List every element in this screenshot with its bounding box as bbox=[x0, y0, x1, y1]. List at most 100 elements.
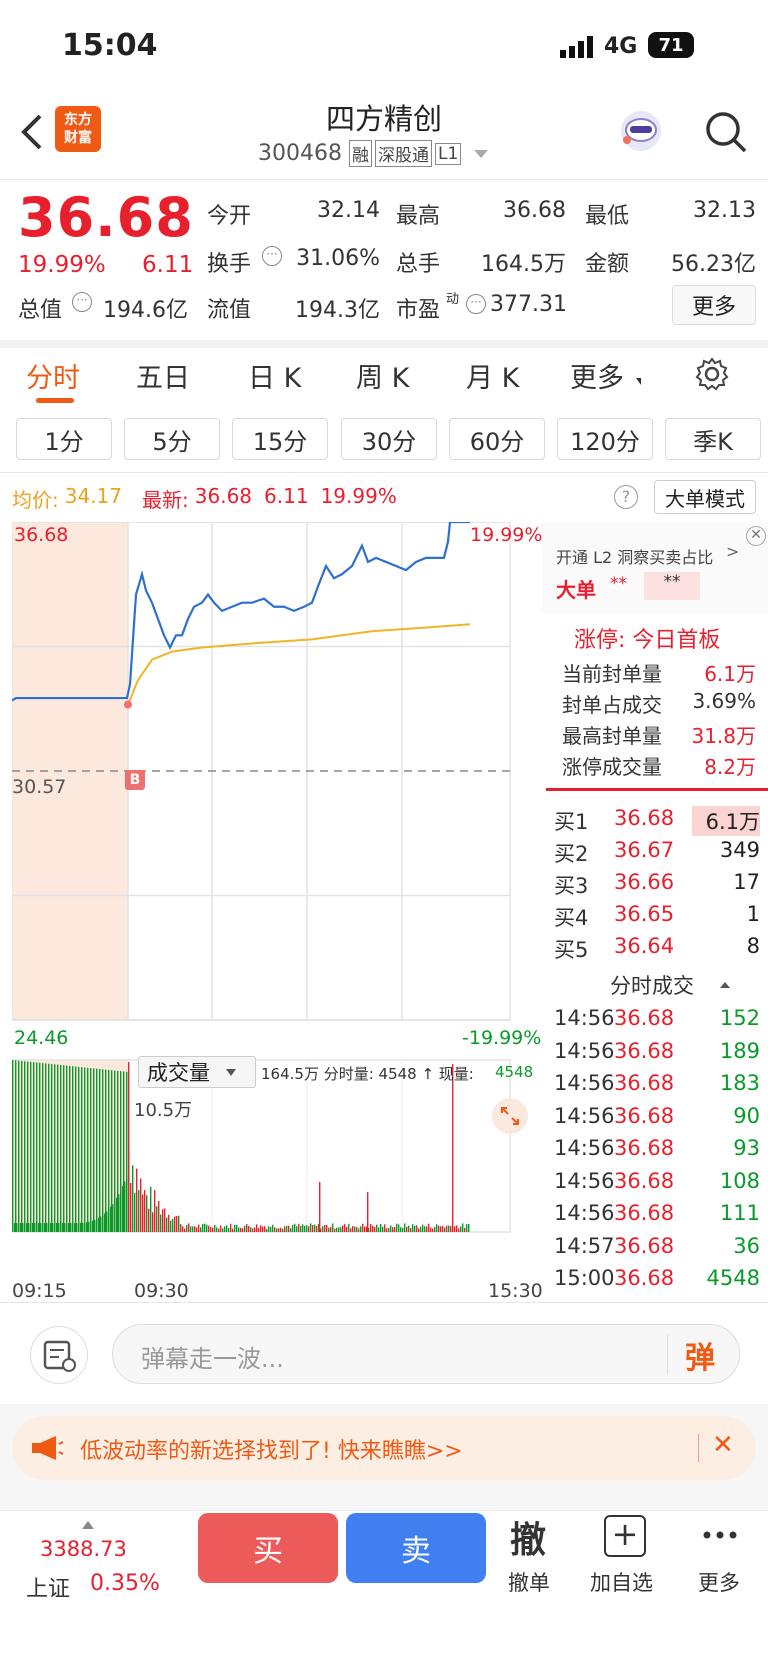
volume-bar bbox=[92, 1220, 94, 1232]
buy-marker[interactable]: B bbox=[125, 770, 145, 790]
volume-bar bbox=[21, 1060, 23, 1232]
volume-bar bbox=[12, 1060, 14, 1232]
gear-icon[interactable] bbox=[694, 356, 730, 392]
info-icon[interactable]: ··· bbox=[466, 294, 486, 314]
volume-bar bbox=[74, 1222, 76, 1232]
buy-button[interactable]: 买 bbox=[198, 1513, 338, 1583]
index-percent[interactable]: 0.35% bbox=[90, 1571, 160, 1596]
search-icon[interactable] bbox=[704, 110, 748, 154]
volume-bar bbox=[116, 1197, 118, 1232]
l2-promo-link[interactable]: 开通 L2 洞察买卖占比 bbox=[556, 544, 713, 568]
volume-bar bbox=[372, 1225, 374, 1232]
tab-week-k[interactable]: 周 K bbox=[356, 356, 409, 395]
danmu-input[interactable]: 弹幕走一波... 弹 bbox=[112, 1324, 740, 1384]
tab-day-k[interactable]: 日 K bbox=[248, 356, 301, 395]
volume-bar bbox=[232, 1228, 234, 1232]
volume-bar bbox=[126, 1176, 128, 1232]
book-label: 买2 bbox=[554, 842, 589, 866]
tab-five-day[interactable]: 五日 bbox=[136, 356, 190, 395]
promo-banner[interactable]: 低波动率的新选择找到了! 快来瞧瞧>> ✕ bbox=[12, 1416, 756, 1480]
period-15m[interactable]: 15分 bbox=[232, 418, 328, 460]
close-icon[interactable]: ✕ bbox=[746, 526, 766, 546]
high-label: 最高 bbox=[396, 204, 441, 229]
time-end-label: 15:30 bbox=[488, 1280, 543, 1302]
tag-l1: L1 bbox=[434, 142, 462, 165]
cancel-order-icon[interactable]: 撤 bbox=[510, 1511, 546, 1563]
volume-bar bbox=[76, 1222, 78, 1232]
period-5m[interactable]: 5分 bbox=[124, 418, 220, 460]
tab-timeshare[interactable]: 分时 bbox=[26, 356, 80, 395]
change-amount: 6.11 bbox=[142, 252, 194, 278]
volume-bar bbox=[108, 1069, 110, 1232]
volume-bar bbox=[352, 1226, 354, 1232]
volume-bar bbox=[50, 1223, 52, 1232]
open-label: 今开 bbox=[207, 204, 252, 229]
book-label: 买3 bbox=[554, 874, 589, 898]
y-min-label: 24.46 bbox=[14, 1027, 69, 1049]
volume-bar bbox=[200, 1227, 202, 1232]
volume-bar bbox=[234, 1224, 236, 1232]
volume-bar bbox=[54, 1223, 56, 1232]
close-icon[interactable]: ✕ bbox=[712, 1430, 734, 1460]
volume-bar bbox=[268, 1226, 270, 1232]
help-icon[interactable]: ? bbox=[614, 485, 638, 509]
tab-indicator bbox=[36, 398, 74, 403]
period-season-k[interactable]: 季K bbox=[665, 418, 761, 460]
volume-bar bbox=[306, 1225, 308, 1232]
volume-bar bbox=[63, 1065, 65, 1232]
sell-button[interactable]: 卖 bbox=[346, 1513, 486, 1583]
volume-bar bbox=[58, 1223, 60, 1232]
volume-bar bbox=[302, 1224, 304, 1232]
stock-code: 300468 bbox=[258, 141, 342, 166]
chevron-right-icon[interactable]: > bbox=[726, 542, 739, 561]
volume-now: 4548 bbox=[495, 1063, 534, 1081]
volume-bar bbox=[286, 1225, 288, 1232]
volume-bar bbox=[150, 1186, 152, 1232]
tab-more[interactable]: 更多 bbox=[570, 356, 624, 395]
volume-bar bbox=[146, 1195, 148, 1232]
volume-bar bbox=[120, 1190, 122, 1232]
index-value[interactable]: 3388.73 bbox=[40, 1537, 127, 1561]
volume-bar bbox=[378, 1227, 380, 1232]
volume-bar bbox=[16, 1223, 18, 1232]
volume-indicator-label: 成交量 bbox=[147, 1061, 210, 1085]
big-order-mode-button[interactable]: 大单模式 bbox=[654, 480, 756, 514]
volume-bar bbox=[370, 1224, 372, 1232]
danmu-send-button[interactable]: 弹 bbox=[685, 1333, 715, 1377]
robot-avatar-icon[interactable] bbox=[618, 108, 664, 154]
volume-bar bbox=[456, 1225, 458, 1232]
info-icon[interactable]: ··· bbox=[262, 246, 282, 266]
index-name[interactable]: 上证 bbox=[26, 1571, 70, 1603]
volume-bar bbox=[422, 1224, 424, 1232]
period-1m[interactable]: 1分 bbox=[16, 418, 112, 460]
volume-bar bbox=[406, 1226, 408, 1232]
dropdown-icon[interactable] bbox=[474, 149, 489, 158]
more-button[interactable]: 更多 bbox=[672, 285, 756, 325]
period-30m[interactable]: 30分 bbox=[341, 418, 437, 460]
intraday-chart-area[interactable]: 36.68 30.57 24.46 19.99% -19.99% B 成交量 1… bbox=[12, 522, 543, 1302]
tab-month-k[interactable]: 月 K bbox=[466, 356, 519, 395]
volume-bar bbox=[434, 1226, 436, 1232]
volume-bar bbox=[99, 1069, 101, 1232]
volume-bar bbox=[57, 1064, 59, 1232]
cancel-order-label[interactable]: 撤单 bbox=[508, 1567, 550, 1597]
nav-bar: 东方财富 四方精创 300468 融 深股通 L1 bbox=[0, 100, 768, 180]
volume-bar bbox=[134, 1192, 136, 1232]
add-watchlist-label[interactable]: 加自选 bbox=[590, 1567, 653, 1597]
volume-bar bbox=[350, 1228, 352, 1232]
chevron-up-icon[interactable] bbox=[720, 982, 730, 988]
period-60m[interactable]: 60分 bbox=[449, 418, 545, 460]
expand-icon[interactable] bbox=[492, 1098, 528, 1134]
period-120m[interactable]: 120分 bbox=[557, 418, 653, 460]
volume-bar bbox=[386, 1228, 388, 1232]
add-watchlist-icon[interactable]: + bbox=[604, 1515, 646, 1557]
info-icon[interactable]: ··· bbox=[72, 292, 92, 312]
more-label[interactable]: 更多 bbox=[698, 1567, 740, 1597]
volume-indicator-select[interactable]: 成交量 bbox=[138, 1056, 256, 1088]
network-label: 4G bbox=[604, 34, 638, 59]
volume-bar bbox=[312, 1225, 314, 1232]
more-dots-icon[interactable] bbox=[702, 1525, 738, 1539]
danmu-settings-icon[interactable] bbox=[30, 1326, 88, 1384]
volume-bar bbox=[206, 1224, 208, 1232]
intraday-chart[interactable] bbox=[12, 522, 542, 1302]
